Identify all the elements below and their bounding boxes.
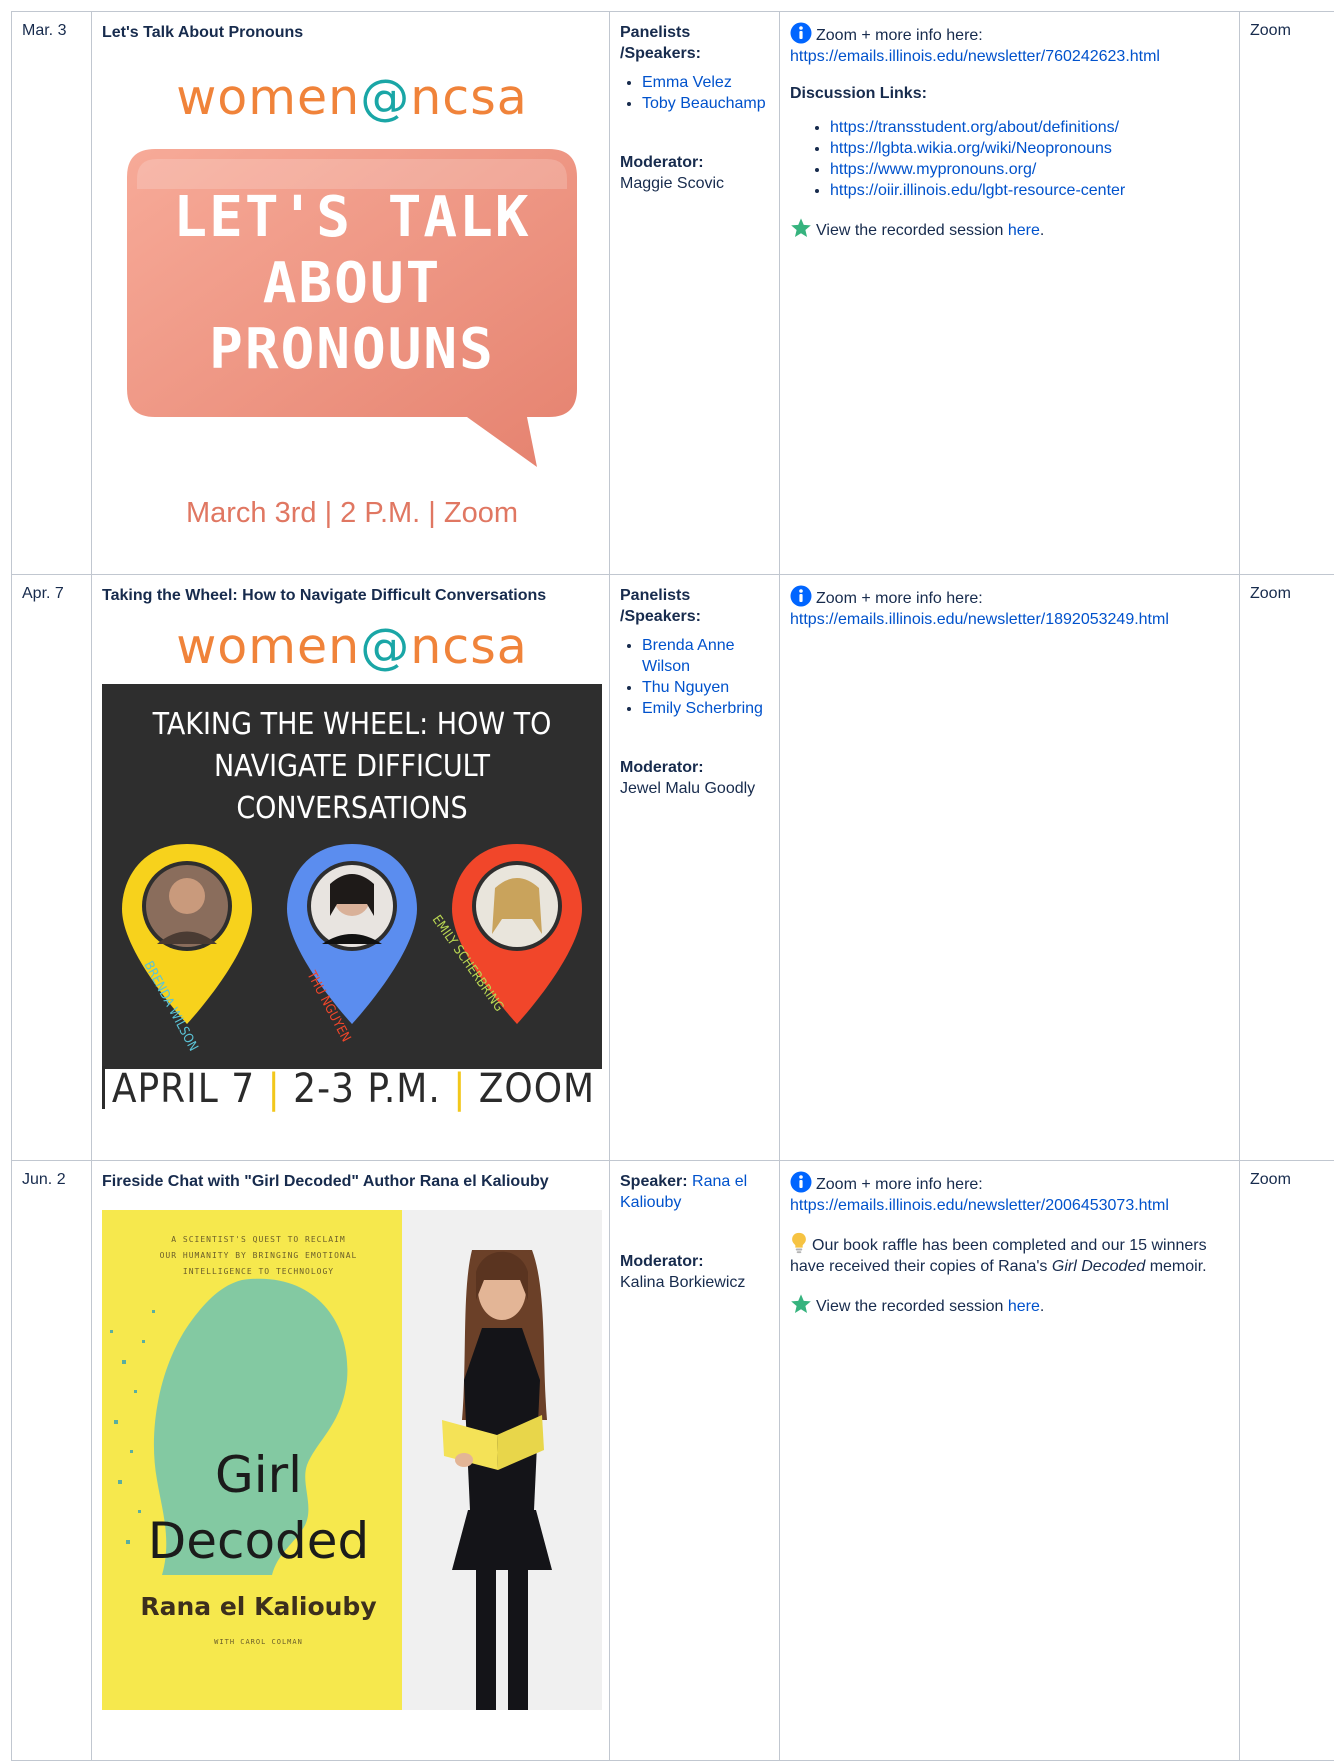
location-cell: Zoom xyxy=(1240,1161,1334,1761)
title-cell: Fireside Chat with "Girl Decoded" Author… xyxy=(92,1161,610,1761)
list-item: Thu Nguyen xyxy=(642,677,769,698)
list-item: Brenda Anne Wilson xyxy=(642,635,769,677)
moderator-name: Maggie Scovic xyxy=(620,173,769,194)
event-poster-image: women@ncsa TAKING THE WHEEL: HOW TO NAVI… xyxy=(102,614,602,1109)
zoom-info: Zoom + more info here: https://emails.il… xyxy=(790,22,1229,67)
event-poster-image: A SCIENTIST'S QUEST TO RECLAIM OUR HUMAN… xyxy=(102,1210,602,1710)
location-cell: Zoom xyxy=(1240,12,1334,575)
book-author: Rana el Kaliouby xyxy=(102,1592,415,1621)
moderator-label: Moderator: xyxy=(620,1251,769,1272)
poster-footer: March 3rd | 2 P.M. | Zoom xyxy=(102,497,602,530)
list-item: Emily Scherbring xyxy=(642,698,769,719)
star-icon xyxy=(790,1293,812,1315)
discussion-link[interactable]: https://transstudent.org/about/definitio… xyxy=(830,119,1119,136)
poster-headline: TAKING THE WHEEL: HOW TO NAVIGATE DIFFIC… xyxy=(102,704,602,830)
info-icon xyxy=(790,585,812,607)
panelist-list: Emma Velez Toby Beauchamp xyxy=(620,72,769,114)
zoom-info-link[interactable]: https://emails.illinois.edu/newsletter/2… xyxy=(790,1197,1169,1214)
moderator-label: Moderator: xyxy=(620,757,769,778)
zoom-info-link[interactable]: https://emails.illinois.edu/newsletter/7… xyxy=(790,48,1160,65)
women-at-ncsa-logo: women@ncsa xyxy=(102,69,602,126)
list-item: Emma Velez xyxy=(642,72,769,93)
speaker-label: Speaker: xyxy=(620,1173,688,1190)
event-poster-image: women@ncsa LET'S TALK ABOUT PRONOUNS xyxy=(102,57,602,549)
panelist-link[interactable]: Brenda Anne Wilson xyxy=(642,637,735,675)
event-title: Fireside Chat with "Girl Decoded" Author… xyxy=(102,1171,599,1192)
recorded-session-link[interactable]: here xyxy=(1008,1298,1040,1315)
event-date: Mar. 3 xyxy=(22,22,66,39)
panelists-label: Panelists /Speakers: xyxy=(620,22,769,64)
event-date: Apr. 7 xyxy=(22,585,64,602)
panelist-list: Brenda Anne Wilson Thu Nguyen Emily Sche… xyxy=(620,635,769,719)
discussion-links-title: Discussion Links: xyxy=(790,85,1229,103)
moderator-block: Moderator: Maggie Scovic xyxy=(620,152,769,194)
women-at-ncsa-logo: women@ncsa xyxy=(102,618,602,675)
info-icon xyxy=(790,1171,812,1193)
recorded-session-link[interactable]: here xyxy=(1008,222,1040,239)
event-location: Zoom xyxy=(1250,1171,1291,1188)
location-cell: Zoom xyxy=(1240,575,1334,1161)
date-cell: Jun. 2 xyxy=(12,1161,92,1761)
event-location: Zoom xyxy=(1250,22,1291,39)
zoom-info-link[interactable]: https://emails.illinois.edu/newsletter/1… xyxy=(790,611,1169,628)
lightbulb-icon xyxy=(790,1232,808,1254)
panelists-label: Panelists /Speakers: xyxy=(620,585,769,627)
moderator-name: Jewel Malu Goodly xyxy=(620,778,769,799)
date-cell: Apr. 7 xyxy=(12,575,92,1161)
panelist-link[interactable]: Toby Beauchamp xyxy=(642,95,766,112)
moderator-label: Moderator: xyxy=(620,152,769,173)
discussion-link[interactable]: https://oiir.illinois.edu/lgbt-resource-… xyxy=(830,182,1125,199)
list-item: Toby Beauchamp xyxy=(642,93,769,114)
discussion-link[interactable]: https://lgbta.wikia.org/wiki/Neopronouns xyxy=(830,140,1112,157)
moderator-block: Moderator: Kalina Borkiewicz xyxy=(620,1251,769,1293)
recorded-session: View the recorded session here. xyxy=(790,217,1229,241)
recorded-session: View the recorded session here. xyxy=(790,1293,1229,1317)
event-title: Let's Talk About Pronouns xyxy=(102,22,599,43)
info-cell: Zoom + more info here: https://emails.il… xyxy=(780,1161,1240,1761)
poster-footer: APRIL 7 | 2-3 P.M. | ZOOM xyxy=(102,1066,602,1109)
date-cell: Mar. 3 xyxy=(12,12,92,575)
speaker-line: Speaker: Rana el Kaliouby xyxy=(620,1171,769,1213)
list-item: https://lgbta.wikia.org/wiki/Neopronouns xyxy=(830,138,1229,159)
discussion-links-list: https://transstudent.org/about/definitio… xyxy=(790,117,1229,201)
event-date: Jun. 2 xyxy=(22,1171,66,1188)
book-coauthor: WITH CAROL COLMAN xyxy=(102,1638,415,1646)
star-icon xyxy=(790,217,812,239)
people-cell: Panelists /Speakers: Emma Velez Toby Bea… xyxy=(610,12,780,575)
map-pin-icon xyxy=(452,844,582,1024)
panelist-link[interactable]: Thu Nguyen xyxy=(642,679,729,696)
title-cell: Taking the Wheel: How to Navigate Diffic… xyxy=(92,575,610,1161)
book-tagline: A SCIENTIST'S QUEST TO RECLAIM OUR HUMAN… xyxy=(122,1232,395,1280)
event-title: Taking the Wheel: How to Navigate Diffic… xyxy=(102,585,599,606)
discussion-link[interactable]: https://www.mypronouns.org/ xyxy=(830,161,1036,178)
event-location: Zoom xyxy=(1250,585,1291,602)
raffle-note: Our book raffle has been completed and o… xyxy=(790,1232,1229,1277)
map-pin-icon xyxy=(287,844,417,1024)
author-photo xyxy=(402,1210,602,1710)
zoom-info: Zoom + more info here: https://emails.il… xyxy=(790,1171,1229,1216)
map-pins-illustration: BRENDA WILSON THU NGUYEN EMILY SCHERBRIN… xyxy=(102,824,602,1064)
list-item: https://transstudent.org/about/definitio… xyxy=(830,117,1229,138)
moderator-block: Moderator: Jewel Malu Goodly xyxy=(620,757,769,799)
info-cell: Zoom + more info here: https://emails.il… xyxy=(780,575,1240,1161)
bubble-text: LET'S TALK ABOUT PRONOUNS xyxy=(127,185,577,383)
book-title: Girl Decoded xyxy=(122,1442,395,1574)
info-icon xyxy=(790,22,812,44)
events-table: Mar. 3 Let's Talk About Pronouns women@n… xyxy=(11,11,1334,1761)
list-item: https://www.mypronouns.org/ xyxy=(830,159,1229,180)
moderator-name: Kalina Borkiewicz xyxy=(620,1272,769,1293)
people-cell: Panelists /Speakers: Brenda Anne Wilson … xyxy=(610,575,780,1161)
panelist-link[interactable]: Emily Scherbring xyxy=(642,700,763,717)
table-row: Jun. 2 Fireside Chat with "Girl Decoded"… xyxy=(12,1161,1334,1761)
table-row: Apr. 7 Taking the Wheel: How to Navigate… xyxy=(12,575,1334,1161)
panelist-link[interactable]: Emma Velez xyxy=(642,74,732,91)
zoom-info: Zoom + more info here: https://emails.il… xyxy=(790,585,1229,630)
people-cell: Speaker: Rana el Kaliouby Moderator: Kal… xyxy=(610,1161,780,1761)
map-pin-icon xyxy=(122,844,252,1024)
info-cell: Zoom + more info here: https://emails.il… xyxy=(780,12,1240,575)
title-cell: Let's Talk About Pronouns women@ncsa LET… xyxy=(92,12,610,575)
table-row: Mar. 3 Let's Talk About Pronouns women@n… xyxy=(12,12,1334,575)
list-item: https://oiir.illinois.edu/lgbt-resource-… xyxy=(830,180,1229,201)
